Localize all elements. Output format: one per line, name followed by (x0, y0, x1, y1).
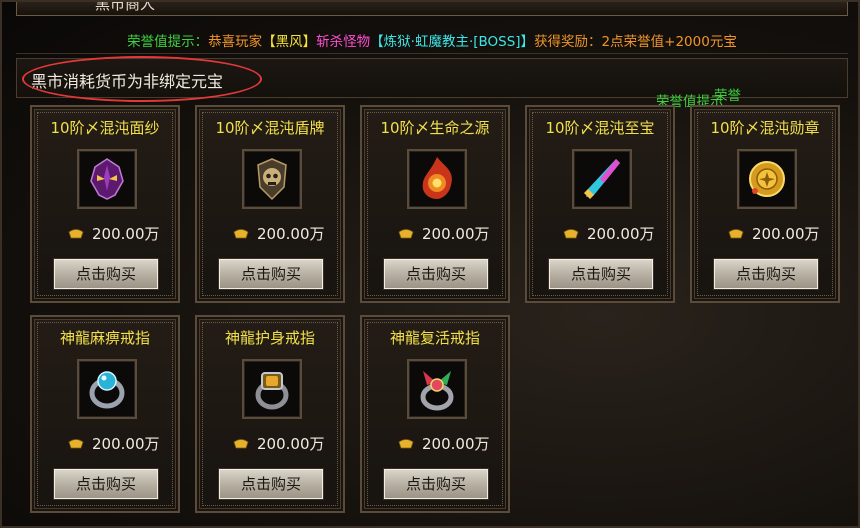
buy-button[interactable]: 点击购买 (383, 258, 489, 290)
buy-button[interactable]: 点击购买 (383, 468, 489, 500)
item-slot[interactable] (407, 149, 467, 209)
buy-button[interactable]: 点击购买 (53, 258, 159, 290)
item-name: 10阶〆混沌至宝 (545, 119, 655, 137)
phoenix-ring-icon (420, 371, 454, 411)
item-slot[interactable] (572, 149, 632, 209)
gold-ingot-icon (398, 229, 414, 239)
notice-prefix: 荣誉值提示： (127, 34, 209, 50)
window-title: 黑市商人 (95, 2, 156, 13)
item-name: 10阶〆生命之源 (380, 119, 490, 137)
item-price: 200.00万 (92, 225, 160, 243)
rainbow-blade-icon (584, 159, 620, 199)
buy-button[interactable]: 点击购买 (713, 258, 819, 290)
notice-player: 【黑风】 (262, 34, 317, 50)
item-slot[interactable] (737, 149, 797, 209)
item-name: 神龍麻痹戒指 (59, 329, 150, 347)
shop-item-card: 10阶〆混沌至宝 200.00万 点击购买 (525, 105, 675, 303)
gold-medal-icon (749, 161, 785, 197)
gold-ingot-icon (728, 229, 744, 239)
item-price: 200.00万 (587, 225, 655, 243)
item-slot[interactable] (242, 359, 302, 419)
black-market-window: 黑市商人 荣誉值提示：恭喜玩家【黑风】斩杀怪物【炼狱·虹魔教主·[BOSS]】获… (0, 0, 860, 528)
shop-item-card: 10阶〆混沌勋章 200.00万 点击购买 (690, 105, 840, 303)
shop-item-card: 10阶〆混沌面纱 200.00万 点击购买 (30, 105, 180, 303)
notice-reward: 获得奖励：2点荣誉值+2000元宝 (534, 34, 737, 50)
notice-killed: 斩杀怪物 (316, 34, 371, 50)
gold-ingot-icon (68, 439, 84, 449)
shop-item-card: 10阶〆混沌盾牌 200.00万 点击购买 (195, 105, 345, 303)
item-price: 200.00万 (92, 435, 160, 453)
item-slot[interactable] (77, 149, 137, 209)
item-price: 200.00万 (752, 225, 820, 243)
item-name: 10阶〆混沌盾牌 (215, 119, 325, 137)
shop-item-card: 神龍麻痹戒指 200.00万 点击购买 (30, 315, 180, 513)
blue-ring-icon (89, 371, 125, 409)
item-slot[interactable] (242, 149, 302, 209)
item-price: 200.00万 (257, 225, 325, 243)
buy-button[interactable]: 点击购买 (218, 468, 324, 500)
item-name: 神龍复活戒指 (389, 329, 480, 347)
shop-item-card: 神龍护身戒指 200.00万 点击购买 (195, 315, 345, 513)
item-slot[interactable] (77, 359, 137, 419)
item-name: 10阶〆混沌勋章 (710, 119, 820, 137)
item-name: 10阶〆混沌面纱 (50, 119, 160, 137)
shop-item-card: 10阶〆生命之源 200.00万 点击购买 (360, 105, 510, 303)
gold-ingot-icon (563, 229, 579, 239)
purple-mask-icon (90, 158, 124, 200)
buy-button[interactable]: 点击购买 (53, 468, 159, 500)
buy-button[interactable]: 点击购买 (218, 258, 324, 290)
skull-shield-icon (257, 158, 287, 201)
gold-ingot-icon (398, 439, 414, 449)
highlight-circle (22, 56, 262, 102)
notice-congrats: 恭喜玩家 (208, 34, 263, 50)
shop-item-card: 神龍复活戒指 200.00万 点击购买 (360, 315, 510, 513)
floating-honor: 荣誉 (714, 88, 741, 104)
item-name: 神龍护身戒指 (224, 329, 315, 347)
item-price: 200.00万 (422, 435, 490, 453)
item-price: 200.00万 (257, 435, 325, 453)
item-slot[interactable] (407, 359, 467, 419)
flame-orb-icon (422, 157, 452, 199)
notice-monster: 【炼狱·虹魔教主·[BOSS]】 (370, 34, 535, 50)
buy-button[interactable]: 点击购买 (548, 258, 654, 290)
amber-ring-icon (255, 372, 289, 410)
gold-ingot-icon (233, 229, 249, 239)
item-price: 200.00万 (422, 225, 490, 243)
honor-notice: 荣誉值提示：恭喜玩家【黑风】斩杀怪物【炼狱·虹魔教主·[BOSS]】获得奖励：2… (16, 30, 848, 54)
gold-ingot-icon (68, 229, 84, 239)
window-title-bar: 黑市商人 (16, 2, 848, 16)
gold-ingot-icon (233, 439, 249, 449)
